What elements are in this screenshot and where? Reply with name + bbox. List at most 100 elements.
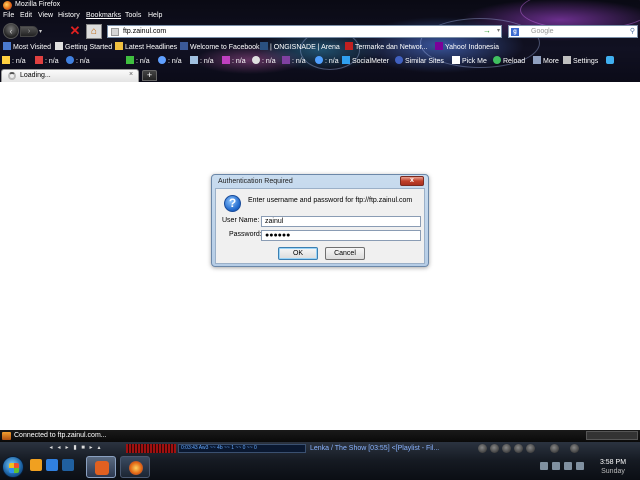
search-bar[interactable]: g Google ⚲ bbox=[508, 25, 638, 38]
player-prev-button[interactable] bbox=[478, 444, 487, 453]
close-tab-icon[interactable]: × bbox=[127, 71, 135, 79]
bookmark-getting-started[interactable]: Getting Started bbox=[55, 42, 112, 51]
addon-stat-6[interactable]: : n/a bbox=[190, 56, 214, 65]
stop-icon[interactable]: ■ bbox=[80, 445, 86, 452]
menu-history[interactable]: History bbox=[58, 12, 80, 19]
eject-icon[interactable]: ▴ bbox=[96, 445, 102, 452]
twitter-button[interactable] bbox=[606, 56, 616, 65]
stat-icon bbox=[158, 56, 166, 64]
navigation-toolbar: ‹ › ▾ ✕ ⌂ ftp.zainul.com → ▾ g Google ⚲ bbox=[0, 22, 640, 40]
rewind-icon[interactable]: ◂ bbox=[56, 445, 62, 452]
addon-stat-2[interactable]: : n/a bbox=[35, 56, 59, 65]
tray-icon[interactable] bbox=[540, 462, 548, 470]
similar-sites-button[interactable]: Similar Sites bbox=[395, 56, 444, 65]
bookmark-star-icon[interactable]: ▾ bbox=[497, 27, 500, 34]
player-next-button[interactable] bbox=[526, 444, 535, 453]
tray-icon[interactable] bbox=[552, 462, 560, 470]
play-icon[interactable]: ▸ bbox=[64, 445, 70, 452]
player-stop-button[interactable] bbox=[514, 444, 523, 453]
player-volume-button[interactable] bbox=[550, 444, 559, 453]
history-dropdown-icon[interactable]: ▾ bbox=[39, 28, 42, 35]
url-text[interactable]: ftp.zainul.com bbox=[123, 28, 166, 35]
player-play-button[interactable] bbox=[490, 444, 499, 453]
socialmeter-button[interactable]: SocialMeter bbox=[342, 56, 389, 65]
now-playing-text: Lenka / The Show [03:55] <[Playlist - Fi… bbox=[310, 445, 440, 452]
prev-icon[interactable]: ◂ bbox=[48, 445, 54, 452]
pause-icon[interactable]: ▮ bbox=[72, 445, 78, 452]
cancel-button[interactable]: Cancel bbox=[325, 247, 365, 260]
settings-button[interactable]: Settings bbox=[563, 56, 598, 65]
status-bar: Connected to ftp.zainul.com... bbox=[0, 430, 640, 442]
quicklaunch-explorer-icon[interactable] bbox=[62, 459, 74, 471]
addon-stat-8[interactable]: : n/a bbox=[252, 56, 276, 65]
addon-stat-11[interactable] bbox=[330, 56, 340, 65]
quicklaunch-firefox-icon[interactable] bbox=[30, 459, 42, 471]
search-placeholder[interactable]: Google bbox=[531, 28, 554, 35]
addon-stat-7[interactable]: : n/a bbox=[222, 56, 246, 65]
tray-network-icon[interactable] bbox=[564, 462, 572, 470]
bookmark-facebook[interactable]: Welcome to Facebook bbox=[180, 42, 260, 51]
menu-view[interactable]: View bbox=[38, 12, 53, 19]
go-arrow-icon[interactable]: → bbox=[483, 26, 491, 35]
taskbar-app-1[interactable] bbox=[86, 456, 116, 478]
ok-button[interactable]: OK bbox=[278, 247, 318, 260]
dialog-close-button[interactable]: x bbox=[400, 176, 424, 186]
question-icon: ? bbox=[224, 195, 241, 212]
password-label: Password: bbox=[229, 231, 262, 238]
stat-icon bbox=[252, 56, 260, 64]
home-button[interactable]: ⌂ bbox=[86, 24, 102, 39]
google-engine-icon[interactable]: g bbox=[511, 28, 519, 36]
addon-stat-3[interactable]: : n/a bbox=[66, 56, 90, 65]
wrench-icon bbox=[563, 56, 571, 64]
player-display: 0:03:43 Aw3 ~~ 4b ~~ 1 ~~ 0 ~~ 0 bbox=[178, 444, 306, 453]
menu-file[interactable]: File bbox=[3, 12, 14, 19]
similar-sites-icon bbox=[395, 56, 403, 64]
bookmark-most-visited[interactable]: Most Visited bbox=[3, 42, 51, 51]
status-text: Connected to ftp.zainul.com... bbox=[14, 432, 107, 439]
addon-stat-1[interactable]: : n/a bbox=[2, 56, 26, 65]
menu-help[interactable]: Help bbox=[148, 12, 162, 19]
menu-bookmarks[interactable]: Bookmarks bbox=[86, 12, 121, 19]
addon-stat-9[interactable]: : n/a bbox=[282, 56, 306, 65]
stat-icon bbox=[126, 56, 134, 64]
bookmark-latest-headlines[interactable]: Latest Headlines bbox=[115, 42, 177, 51]
back-button[interactable]: ‹ bbox=[3, 23, 19, 39]
forward-button[interactable]: › bbox=[20, 26, 38, 37]
url-bar[interactable]: ftp.zainul.com → ▾ bbox=[107, 25, 502, 38]
visualizer bbox=[126, 444, 176, 453]
dialog-message: Enter username and password for ftp://ft… bbox=[248, 197, 413, 204]
pick-me-button[interactable]: Pick Me bbox=[452, 56, 487, 65]
stat-icon bbox=[190, 56, 198, 64]
addon-stat-5[interactable]: : n/a bbox=[158, 56, 182, 65]
clock-time: 3:58 PM bbox=[599, 459, 627, 466]
password-field[interactable]: ●●●●●● bbox=[261, 230, 421, 241]
tab-strip: Loading... × + bbox=[0, 68, 640, 82]
taskbar-firefox[interactable] bbox=[120, 456, 150, 478]
player-menu-button[interactable] bbox=[570, 444, 579, 453]
search-icon[interactable]: ⚲ bbox=[630, 27, 635, 35]
reload-button[interactable]: Reload bbox=[493, 56, 525, 65]
quicklaunch-ie-icon[interactable] bbox=[46, 459, 58, 471]
tray-volume-icon[interactable] bbox=[576, 462, 584, 470]
menu-tools[interactable]: Tools bbox=[125, 12, 141, 19]
addon-stat-4[interactable]: : n/a bbox=[126, 56, 150, 65]
next-icon[interactable]: ▸ bbox=[88, 445, 94, 452]
status-resize-grip[interactable] bbox=[586, 431, 638, 440]
username-label: User Name: bbox=[222, 217, 260, 224]
player-pause-button[interactable] bbox=[502, 444, 511, 453]
tab-loading[interactable]: Loading... × bbox=[1, 69, 139, 82]
more-button[interactable]: More bbox=[533, 56, 559, 65]
clock[interactable]: 3:58 PM Sunday bbox=[596, 458, 630, 476]
stop-button[interactable]: ✕ bbox=[68, 24, 82, 38]
bookmark-ongisnade[interactable]: | ONGISNADE | Arena bbox=[260, 42, 340, 51]
bookmark-termarke[interactable]: Termarke dan Networ... bbox=[345, 42, 427, 51]
username-field[interactable]: zainul bbox=[261, 216, 421, 227]
start-button[interactable] bbox=[2, 456, 24, 478]
firefox-logo-icon bbox=[3, 1, 12, 10]
bookmark-yahoo[interactable]: Yahoo! Indonesia bbox=[435, 42, 499, 51]
yahoo-icon bbox=[282, 56, 290, 64]
new-tab-button[interactable]: + bbox=[142, 70, 157, 81]
menu-edit[interactable]: Edit bbox=[20, 12, 32, 19]
alexa-icon bbox=[66, 56, 74, 64]
rss-folder-icon bbox=[115, 42, 123, 50]
